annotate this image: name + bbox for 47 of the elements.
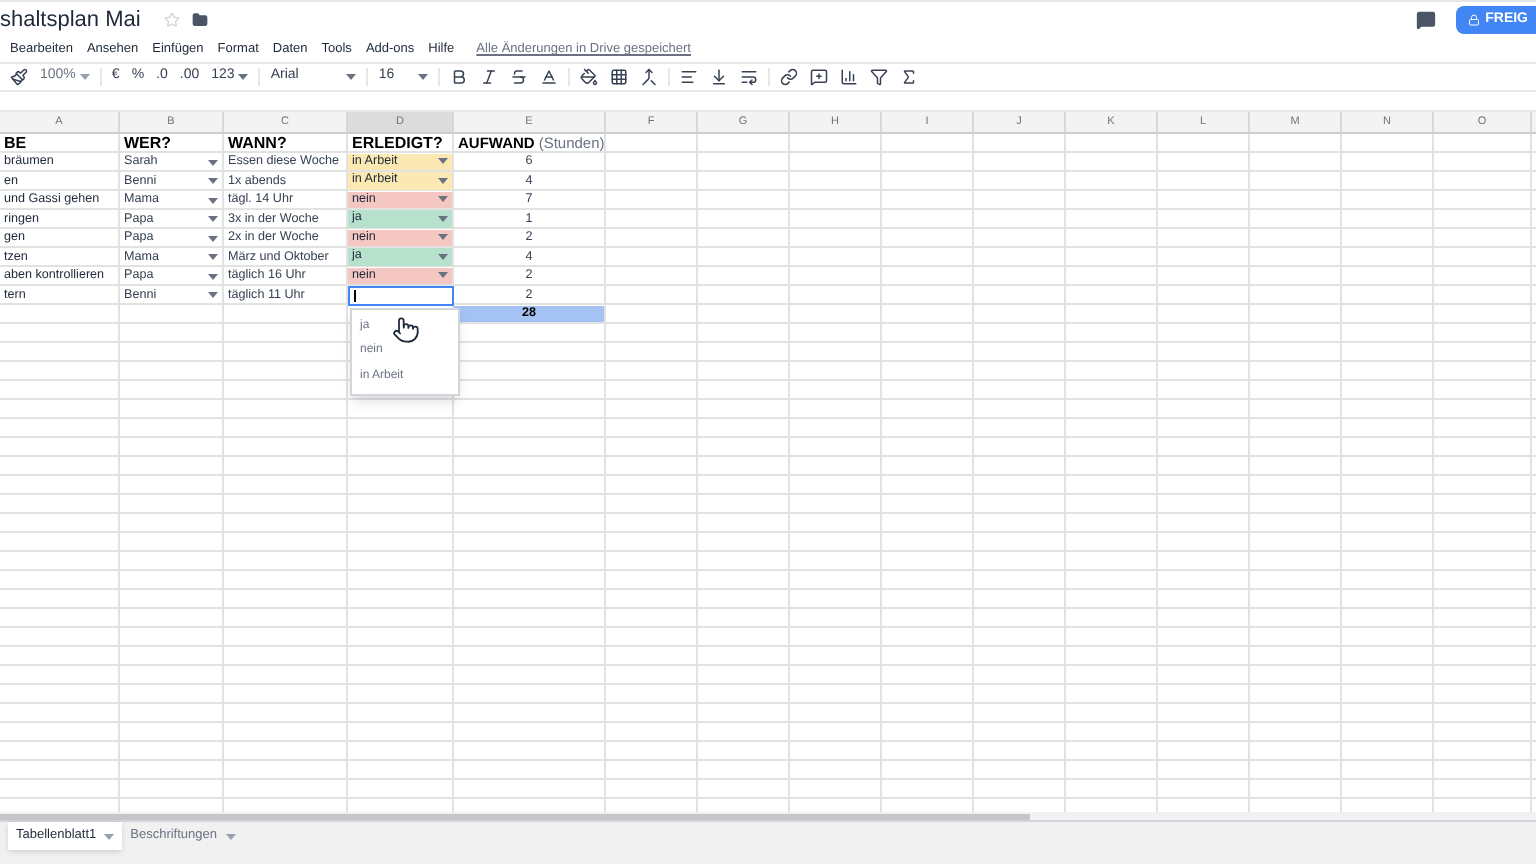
hand-pointer-icon xyxy=(392,316,420,344)
sum-icon[interactable] xyxy=(900,68,919,86)
comment-icon[interactable] xyxy=(1415,10,1436,30)
caret-icon[interactable] xyxy=(104,833,115,839)
text-cursor xyxy=(354,290,356,302)
link-icon[interactable] xyxy=(780,68,799,86)
filter-icon[interactable] xyxy=(870,68,889,86)
star-icon[interactable] xyxy=(164,12,181,28)
bold-icon[interactable] xyxy=(450,68,469,86)
caret-icon[interactable] xyxy=(438,158,448,165)
caret-icon[interactable] xyxy=(418,74,429,80)
caret-icon[interactable] xyxy=(438,177,448,184)
caret-icon[interactable] xyxy=(208,254,218,261)
caret-icon[interactable] xyxy=(238,74,249,80)
folder-icon[interactable] xyxy=(192,12,209,28)
document-title[interactable]: shaltsplan Mai xyxy=(0,3,141,37)
caret-icon[interactable] xyxy=(208,273,218,280)
caret-icon[interactable] xyxy=(438,272,448,279)
caret-icon[interactable] xyxy=(438,234,448,241)
align-icon[interactable] xyxy=(680,68,699,86)
table-cell: WER? xyxy=(124,135,172,152)
chart-icon[interactable] xyxy=(840,68,859,86)
caret-icon[interactable] xyxy=(208,235,218,242)
horizontal-scrollbar[interactable] xyxy=(0,813,1030,819)
paint-format-icon[interactable] xyxy=(10,68,28,86)
caret-icon[interactable] xyxy=(208,292,218,299)
fill-color-icon[interactable] xyxy=(580,68,599,86)
caret-icon[interactable] xyxy=(438,196,448,203)
caret-icon[interactable] xyxy=(438,253,448,260)
table-cell: BE xyxy=(4,135,27,152)
lock-icon xyxy=(1467,14,1480,26)
table-cell: WANN? xyxy=(228,135,287,152)
caret-icon[interactable] xyxy=(438,215,448,222)
caret-icon[interactable] xyxy=(208,159,218,166)
caret-icon[interactable] xyxy=(208,197,218,204)
italic-icon[interactable] xyxy=(480,68,499,86)
caret-icon[interactable] xyxy=(208,216,218,223)
table-cell: ERLEDIGT? xyxy=(352,135,443,152)
caret-icon[interactable] xyxy=(79,74,90,80)
comment-icon[interactable] xyxy=(810,68,829,86)
wrap-text-icon[interactable] xyxy=(740,68,759,86)
text-color-icon[interactable] xyxy=(540,68,559,86)
caret-icon[interactable] xyxy=(346,74,357,80)
borders-icon[interactable] xyxy=(610,68,629,86)
caret-icon[interactable] xyxy=(208,178,218,185)
vertical-align-icon[interactable] xyxy=(710,68,729,86)
strikethrough-icon[interactable] xyxy=(510,68,529,86)
